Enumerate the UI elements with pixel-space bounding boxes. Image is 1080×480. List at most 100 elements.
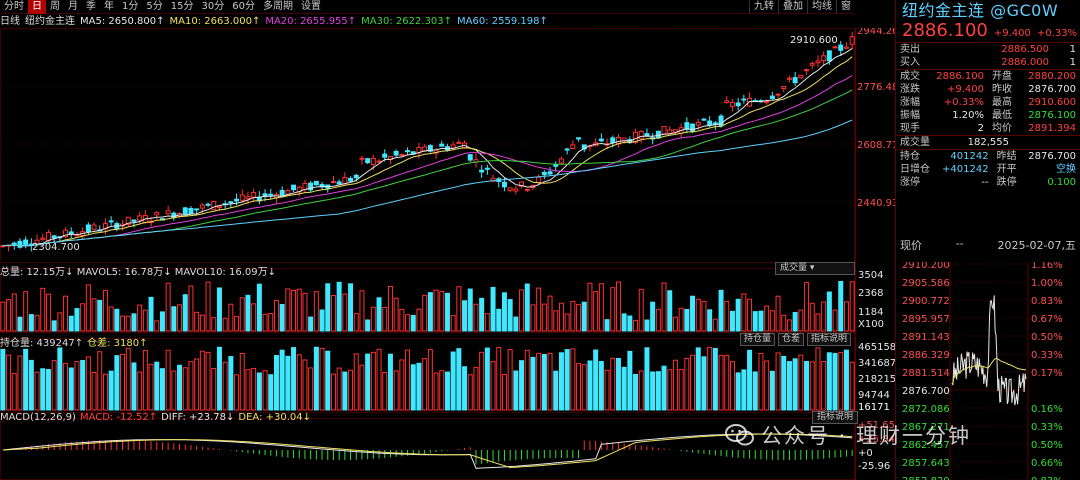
oi-bar [695, 347, 701, 411]
volume-bar [279, 303, 285, 332]
period-tab-2[interactable]: 周 [46, 0, 64, 14]
oi-bar [222, 361, 228, 411]
oi-bar [291, 347, 297, 411]
candle [188, 206, 194, 215]
period-tab-0[interactable]: 分时 [0, 0, 28, 14]
tick-date: 2025-02-07,五 [997, 239, 1076, 252]
period-tab-9[interactable]: 30分 [197, 0, 228, 14]
oi-bar [228, 356, 234, 411]
volume-bar [319, 309, 325, 332]
oi-bar [804, 360, 810, 411]
oi-bar [34, 371, 40, 411]
tick-pct-label: 0.33% [1031, 350, 1063, 361]
period-tab-6[interactable]: 1分 [118, 0, 142, 14]
period-tab-3[interactable]: 月 [64, 0, 82, 14]
volume-legend-text: 总量: 12.15万↓ MAVOL5: 16.78万↓ MAVOL10: 16.… [0, 267, 276, 278]
volume-bar [621, 313, 627, 332]
volume-bar [302, 292, 308, 332]
ob-price: 2886.500 [1001, 44, 1050, 55]
candle [570, 140, 576, 150]
oi-bar [655, 371, 661, 411]
oi-bar [348, 369, 354, 411]
volume-bar [650, 301, 656, 332]
volume-bar [490, 286, 496, 332]
stat-label: 持仓 [900, 151, 920, 162]
oi-bar [85, 356, 91, 411]
volume-axis-label: X100 [858, 319, 884, 330]
volume-bar [809, 302, 815, 332]
volume-bar [615, 281, 621, 332]
candle [427, 144, 433, 153]
chart-area[interactable]: 2944.261 2776.486 2608.712 2440.937 2910.600… [0, 26, 905, 480]
volume-bar [633, 319, 639, 332]
tick-header: 现价 -- 2025-02-07,五 [900, 237, 1076, 253]
oi-bar [410, 364, 416, 411]
price-axis-label: 2440.937 [857, 198, 895, 209]
volume-indicator-select[interactable]: 成交量 ▾ [775, 262, 855, 275]
candle [564, 147, 570, 155]
volume-bar [513, 316, 519, 332]
volume-bar [387, 286, 393, 332]
price-axis-label: 2944.261 [857, 28, 895, 37]
period-tab-7[interactable]: 5分 [142, 0, 166, 14]
volume-bar [604, 319, 610, 332]
volume-bar [729, 310, 735, 332]
period-tab-8[interactable]: 15分 [167, 0, 198, 14]
period-tab-11[interactable]: 多周期 [259, 0, 297, 14]
volume-bar [792, 311, 798, 332]
oi-button-2[interactable]: 指标说明 [807, 333, 852, 346]
oi-bar [747, 349, 753, 411]
candle [268, 188, 274, 200]
oi-bar [216, 346, 222, 411]
intraday-price-line [951, 295, 1027, 406]
oi-bar [370, 351, 376, 411]
oi-bar [615, 358, 621, 411]
contract-name: 纽约金主连 [25, 16, 75, 27]
trading-terminal: 分时日周月季年 1分 5分 15分 30分 60分 多周期 设置 九转 叠加 均线窗 日线 纽约金主… [0, 0, 1080, 480]
volume-bar [741, 293, 747, 332]
tick-pct-label: 0.50% [1031, 332, 1063, 343]
volume-bar [758, 310, 764, 332]
volume-bar [51, 320, 57, 332]
volume-bar [747, 298, 753, 332]
volume-bar [97, 299, 103, 332]
oi-bar [849, 361, 855, 411]
tick-dash: -- [955, 237, 964, 250]
oi-bar [308, 367, 314, 411]
oi-bar [638, 370, 644, 411]
toolbar-tool-3[interactable]: 窗 [836, 0, 855, 14]
period-tab-1[interactable]: 日 [28, 0, 46, 14]
period-tab-5[interactable]: 年 [100, 0, 118, 14]
oi-bar [205, 351, 211, 411]
oi-bar [365, 353, 371, 411]
volume-bar [405, 314, 411, 332]
oi-bar [63, 362, 69, 411]
volume-bar [496, 308, 502, 332]
volume-value: 182,555 [967, 137, 1009, 148]
period-tab-4[interactable]: 季 [82, 0, 100, 14]
volume-bar [11, 293, 17, 332]
oi-bar [302, 359, 308, 411]
oi-bar [427, 349, 433, 411]
candle [735, 97, 741, 111]
toolbar-tool-1[interactable]: 叠加 [778, 0, 807, 14]
toolbar-tool-2[interactable]: 均线 [807, 0, 836, 14]
period-tab-10[interactable]: 60分 [228, 0, 259, 14]
oi-diff: 仓差: 3180↑ [87, 338, 148, 349]
quote-header: 纽约金主连 @GC0W 2886.100 +9.400 +0.33% [896, 0, 1080, 42]
oi-bar [188, 361, 194, 411]
period-tab-12[interactable]: 设置 [297, 0, 325, 14]
oi-button-1[interactable]: 仓差 [778, 333, 805, 346]
volume-bar [473, 303, 479, 332]
candle [809, 61, 815, 70]
candle [775, 93, 781, 99]
toolbar-tool-0[interactable]: 九转 [749, 0, 778, 14]
oi-axis-label: 16171 [858, 402, 890, 413]
oi-bar [541, 354, 547, 411]
volume-bar [701, 300, 707, 332]
candle [513, 185, 519, 195]
oi-button-0[interactable]: 持仓量 [740, 333, 776, 346]
oi-bar [74, 361, 80, 411]
volume-bar [85, 284, 91, 332]
candle [781, 86, 787, 93]
